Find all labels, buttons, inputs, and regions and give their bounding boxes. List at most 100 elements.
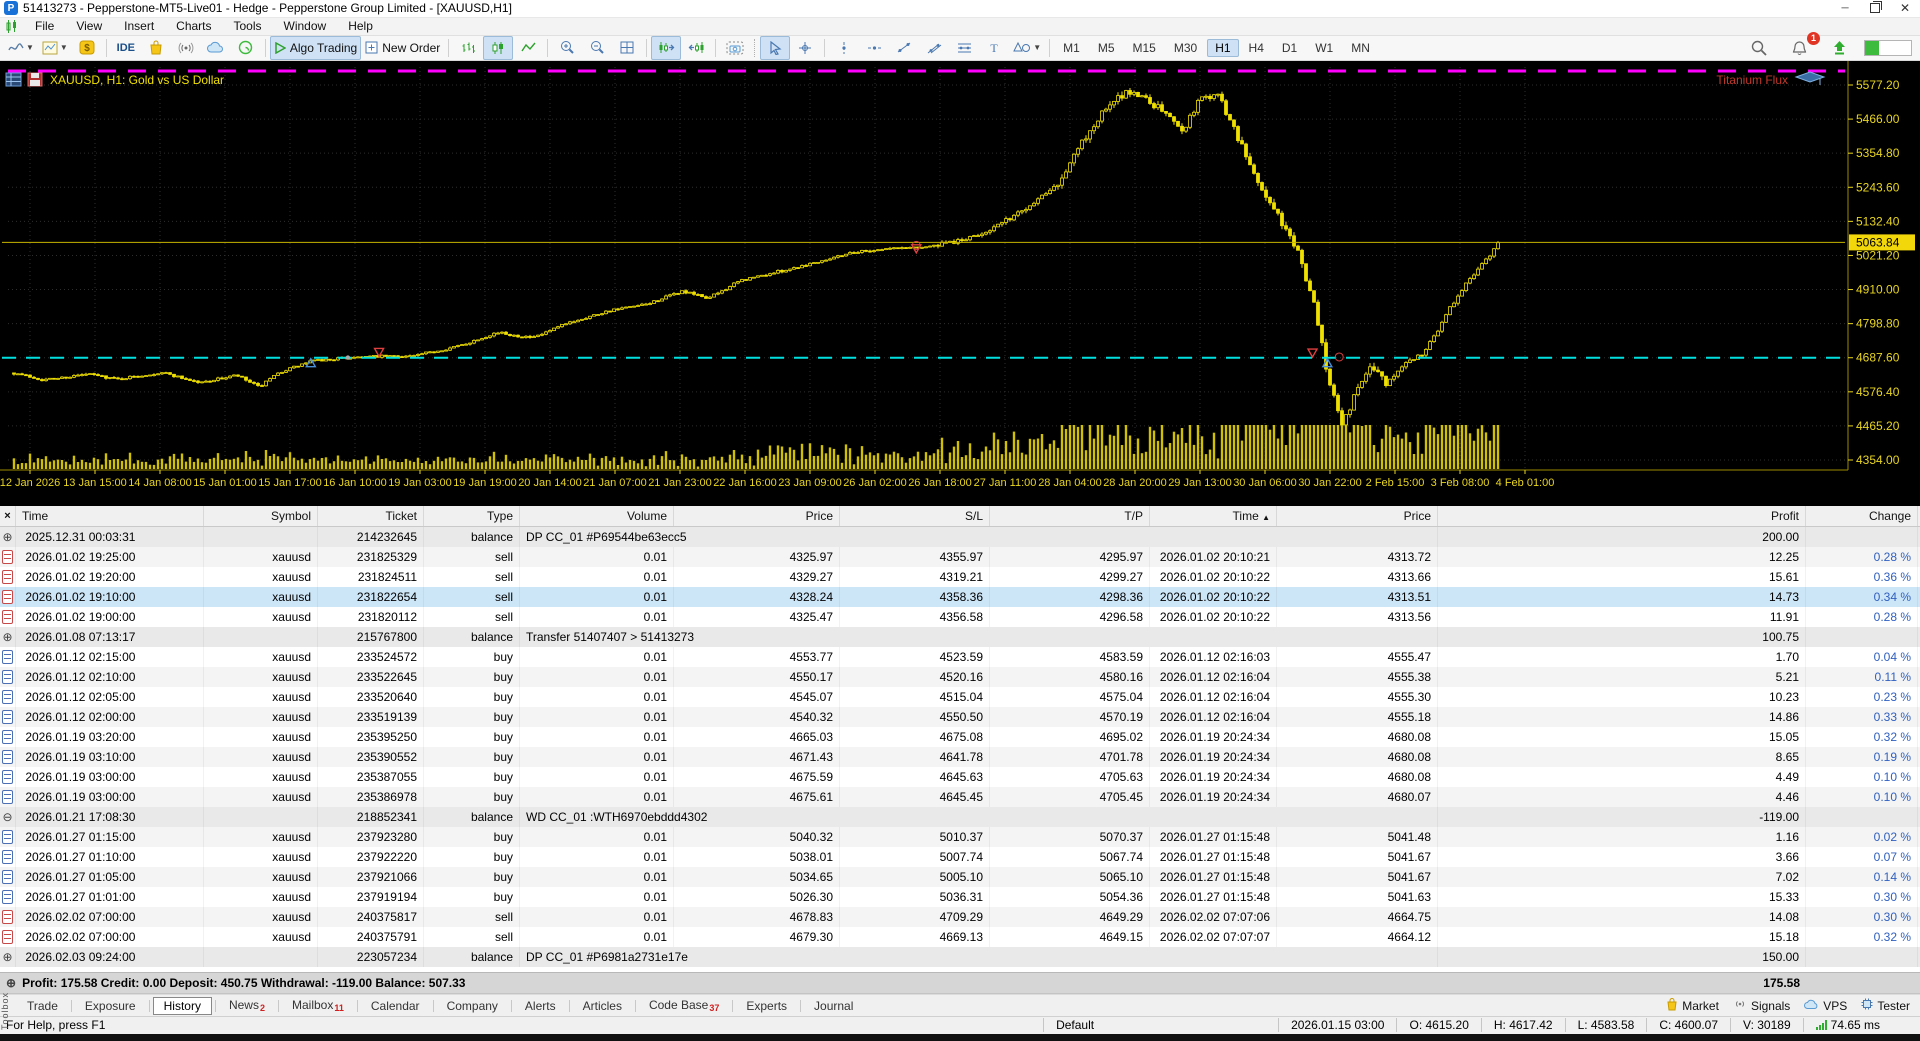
panel-button-tester[interactable]: Tester: [1861, 998, 1910, 1013]
panel-button-signals[interactable]: Signals: [1733, 998, 1790, 1013]
timeframe-mn[interactable]: MN: [1343, 39, 1378, 57]
column-header-change-2[interactable]: Change: [1806, 506, 1918, 526]
chart-profile-dropdown[interactable]: ▼: [38, 36, 72, 60]
deal-row[interactable]: 2026.02.02 07:00:00xauusd240375817sell0.…: [0, 907, 1920, 927]
menu-charts[interactable]: Charts: [165, 18, 222, 35]
zoom-in-button[interactable]: [552, 36, 582, 60]
minimize-button[interactable]: ─: [1830, 0, 1860, 17]
tab-code-base[interactable]: Code Base37: [639, 997, 729, 1014]
vertical-line-tool[interactable]: [829, 36, 859, 60]
tab-mailbox[interactable]: Mailbox11: [282, 997, 354, 1014]
deal-row[interactable]: 2026.01.27 01:15:00xauusd237923280buy0.0…: [0, 827, 1920, 847]
cursor-tool-button[interactable]: [760, 36, 790, 60]
menu-tools[interactable]: Tools: [223, 18, 273, 35]
tab-experts[interactable]: Experts: [736, 998, 797, 1014]
new-order-button[interactable]: New Order: [361, 36, 444, 60]
deal-row[interactable]: 2026.01.27 01:01:00xauusd237919194buy0.0…: [0, 887, 1920, 907]
column-header-volume[interactable]: Volume: [520, 506, 674, 526]
chart-style-dropdown[interactable]: ▼: [4, 36, 38, 60]
search-button[interactable]: [1744, 36, 1774, 60]
tab-trade[interactable]: Trade: [17, 998, 68, 1014]
algo-trading-button[interactable]: Algo Trading: [270, 36, 361, 60]
column-header-profit-2[interactable]: Profit: [1438, 506, 1806, 526]
ide-button[interactable]: IDE: [111, 36, 141, 60]
deal-row[interactable]: 2026.01.02 19:25:00xauusd231825329sell0.…: [0, 547, 1920, 567]
deal-row[interactable]: 2026.01.02 19:20:00xauusd231824511sell0.…: [0, 567, 1920, 587]
tile-windows-button[interactable]: [612, 36, 642, 60]
trendline-tool[interactable]: [889, 36, 919, 60]
update-button[interactable]: [1824, 36, 1854, 60]
channel-tool[interactable]: [919, 36, 949, 60]
candlestick-chart-button[interactable]: [483, 36, 513, 60]
timeframe-h1[interactable]: H1: [1207, 39, 1238, 57]
line-chart-button[interactable]: [513, 36, 543, 60]
close-toolbox-button[interactable]: ×: [0, 506, 16, 526]
deal-row[interactable]: 2026.01.02 19:10:00xauusd231822654sell0.…: [0, 587, 1920, 607]
screenshot-button[interactable]: [720, 36, 750, 60]
column-header-tp[interactable]: T/P: [990, 506, 1150, 526]
tab-calendar[interactable]: Calendar: [361, 998, 430, 1014]
timeframe-h4[interactable]: H4: [1241, 39, 1272, 57]
shapes-tool-dropdown[interactable]: ▼: [1009, 36, 1045, 60]
auto-scroll-button[interactable]: [651, 36, 681, 60]
column-header-price[interactable]: Price: [674, 506, 840, 526]
tab-articles[interactable]: Articles: [573, 998, 632, 1014]
market-button[interactable]: [141, 36, 171, 60]
column-header-time-2[interactable]: Time ▲: [1150, 506, 1277, 526]
balance-row[interactable]: ⊕ 2026.01.08 07:13:17215767800balanceTra…: [0, 627, 1920, 647]
close-button[interactable]: ✕: [1890, 0, 1920, 17]
timeframe-d1[interactable]: D1: [1274, 39, 1305, 57]
balance-row[interactable]: ⊕ 2026.02.03 09:24:00223057234balanceDP …: [0, 947, 1920, 967]
column-header-price-2[interactable]: Price: [1277, 506, 1438, 526]
notifications-button[interactable]: 1: [1784, 36, 1814, 60]
timeframe-w1[interactable]: W1: [1307, 39, 1341, 57]
deal-row[interactable]: 2026.01.12 02:15:00xauusd233524572buy0.0…: [0, 647, 1920, 667]
horizontal-line-tool[interactable]: [859, 36, 889, 60]
deal-row[interactable]: 2026.01.12 02:10:00xauusd233522645buy0.0…: [0, 667, 1920, 687]
toolbox-vertical-label[interactable]: Toolbox: [0, 988, 10, 1034]
column-header-time[interactable]: Time: [16, 506, 204, 526]
profile-name[interactable]: Default: [1043, 1018, 1278, 1032]
balance-row[interactable]: ⊕ 2025.12.31 00:03:31214232645balanceDP …: [0, 527, 1920, 547]
deal-row[interactable]: 2026.01.19 03:20:00xauusd235395250buy0.0…: [0, 727, 1920, 747]
timeframe-m30[interactable]: M30: [1166, 39, 1205, 57]
tab-exposure[interactable]: Exposure: [75, 998, 146, 1014]
balance-row[interactable]: ⊖ 2026.01.21 17:08:30218852341balanceWD …: [0, 807, 1920, 827]
deposit-button[interactable]: $: [72, 36, 102, 60]
menu-insert[interactable]: Insert: [113, 18, 165, 35]
copy-trading-button[interactable]: [231, 36, 261, 60]
vps-button[interactable]: [201, 36, 231, 60]
menu-help[interactable]: Help: [337, 18, 384, 35]
crosshair-tool-button[interactable]: [790, 36, 820, 60]
column-header-sl[interactable]: S/L: [840, 506, 990, 526]
menu-file[interactable]: File: [24, 18, 65, 35]
signals-button[interactable]: [171, 36, 201, 60]
chart-canvas[interactable]: 5577.205466.005354.805243.605132.405021.…: [0, 61, 1920, 506]
bar-chart-button[interactable]: [453, 36, 483, 60]
tab-journal[interactable]: Journal: [804, 998, 863, 1014]
deal-row[interactable]: 2026.01.12 02:00:00xauusd233519139buy0.0…: [0, 707, 1920, 727]
restore-button[interactable]: [1860, 0, 1890, 17]
deal-row[interactable]: 2026.01.02 19:00:00xauusd231820112sell0.…: [0, 607, 1920, 627]
deal-row[interactable]: 2026.01.19 03:00:00xauusd235386978buy0.0…: [0, 787, 1920, 807]
deal-row[interactable]: 2026.01.19 03:00:00xauusd235387055buy0.0…: [0, 767, 1920, 787]
timeframe-m1[interactable]: M1: [1055, 39, 1088, 57]
text-tool[interactable]: T: [979, 36, 1009, 60]
tab-alerts[interactable]: Alerts: [515, 998, 566, 1014]
column-header-type[interactable]: Type: [424, 506, 520, 526]
deal-row[interactable]: 2026.02.02 07:00:00xauusd240375791sell0.…: [0, 927, 1920, 947]
tab-history[interactable]: History: [153, 997, 212, 1015]
timeframe-m5[interactable]: M5: [1090, 39, 1123, 57]
column-header-ticket[interactable]: Ticket: [318, 506, 424, 526]
panel-button-vps[interactable]: VPS: [1804, 999, 1847, 1013]
panel-button-market[interactable]: Market: [1666, 998, 1719, 1014]
deal-row[interactable]: 2026.01.19 03:10:00xauusd235390552buy0.0…: [0, 747, 1920, 767]
deal-row[interactable]: 2026.01.27 01:05:00xauusd237921066buy0.0…: [0, 867, 1920, 887]
timeframe-m15[interactable]: M15: [1125, 39, 1164, 57]
deal-row[interactable]: 2026.01.12 02:05:00xauusd233520640buy0.0…: [0, 687, 1920, 707]
menu-window[interactable]: Window: [273, 18, 338, 35]
column-header-symbol[interactable]: Symbol: [204, 506, 318, 526]
chart-shift-button[interactable]: [681, 36, 711, 60]
deal-row[interactable]: 2026.01.27 01:10:00xauusd237922220buy0.0…: [0, 847, 1920, 867]
fibonacci-tool[interactable]: [949, 36, 979, 60]
